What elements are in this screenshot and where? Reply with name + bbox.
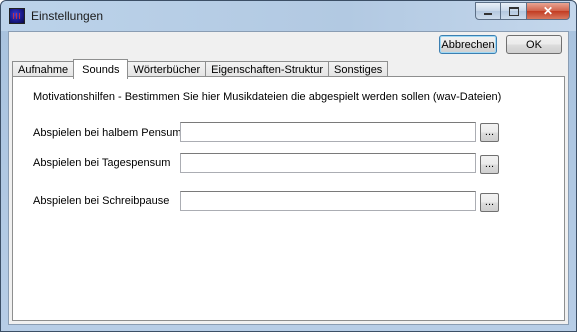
sounds-tab-panel: Motivationshilfen - Bestimmen Sie hier M… [12, 76, 565, 321]
close-icon: ✕ [542, 4, 554, 18]
writing-break-file-field[interactable] [180, 191, 476, 211]
daily-quota-label: Abspielen bei Tagespensum [33, 157, 171, 169]
half-quota-browse-button[interactable]: ... [480, 123, 499, 142]
maximize-icon [508, 6, 519, 16]
cancel-button[interactable]: Abbrechen [439, 35, 497, 54]
daily-quota-file-field[interactable] [180, 153, 476, 173]
writing-break-browse-button[interactable]: ... [480, 193, 499, 212]
app-icon [9, 8, 25, 24]
writing-break-label: Abspielen bei Schreibpause [33, 195, 170, 207]
window-controls: ✕ [475, 2, 570, 20]
title-bar[interactable]: Einstellungen ✕ [1, 1, 576, 31]
minimize-button[interactable] [475, 2, 501, 20]
ok-button[interactable]: OK [506, 35, 562, 54]
maximize-button[interactable] [501, 2, 527, 20]
sounds-description: Motivationshilfen - Bestimmen Sie hier M… [33, 91, 502, 103]
window-title: Einstellungen [31, 9, 104, 23]
close-button[interactable]: ✕ [527, 2, 570, 20]
settings-window: Einstellungen ✕ Abbrechen OK Aufnahme So… [0, 0, 577, 332]
half-quota-label: Abspielen bei halbem Pensum [33, 127, 182, 139]
half-quota-file-field[interactable] [180, 122, 476, 142]
daily-quota-browse-button[interactable]: ... [480, 155, 499, 174]
dialog-client-area: Abbrechen OK Aufnahme Sounds Wörterbüche… [8, 31, 569, 325]
tab-sounds[interactable]: Sounds [73, 59, 129, 79]
minimize-icon [484, 13, 492, 15]
